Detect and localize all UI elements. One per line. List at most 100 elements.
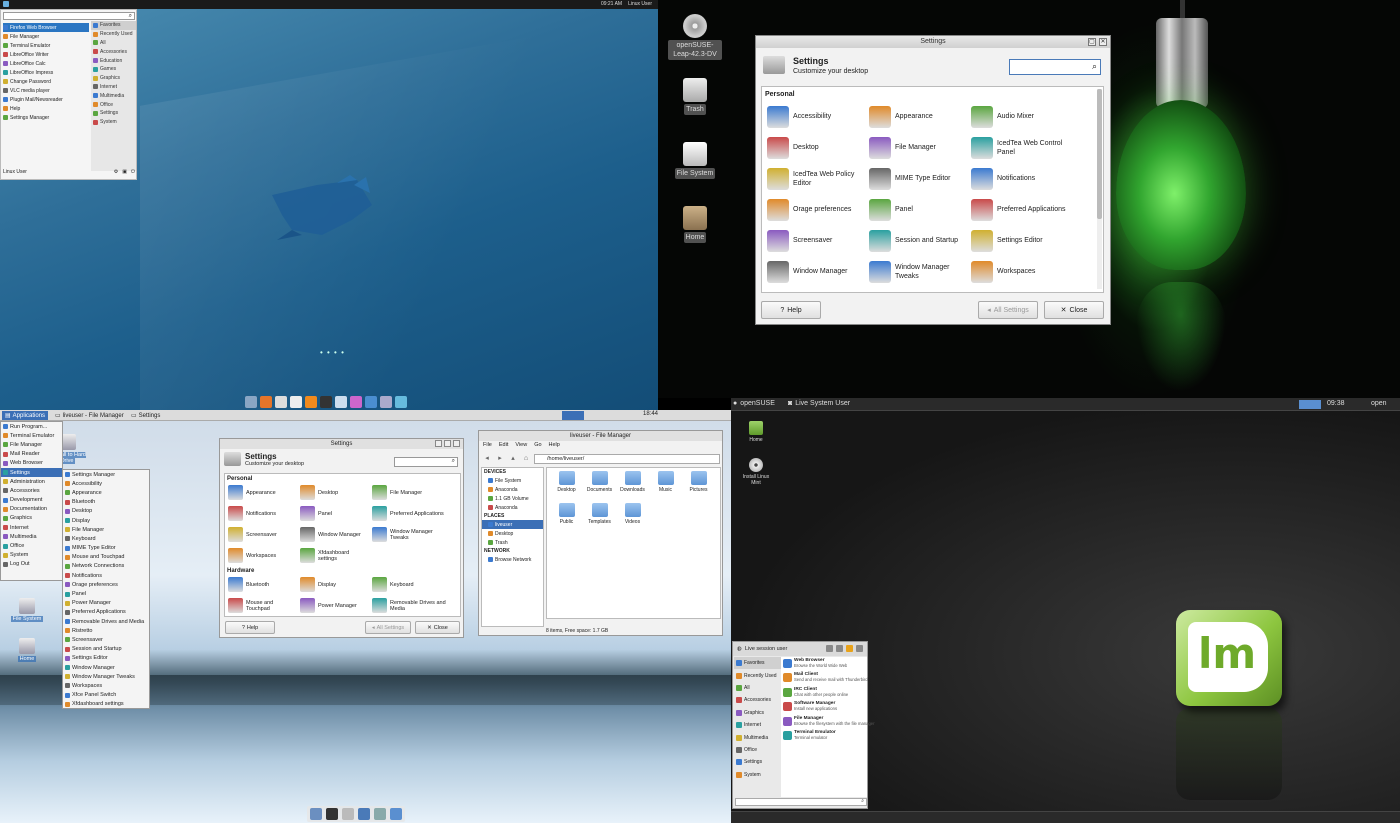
menu-item[interactable]: Graphics xyxy=(1,514,62,523)
search-app-icon[interactable] xyxy=(335,396,347,408)
maximize-button[interactable]: ▢ xyxy=(1088,38,1096,46)
submenu-item[interactable]: Bluetooth xyxy=(63,498,149,507)
menu-app-item[interactable]: LibreOffice Impress xyxy=(3,68,89,77)
settings-item[interactable]: Audio Mixer xyxy=(968,101,1078,132)
settings-item[interactable]: Removable Drives and Media xyxy=(369,595,449,616)
submenu-item[interactable]: Removable Drives and Media xyxy=(63,617,149,626)
desktop-icon-trash[interactable]: Trash xyxy=(668,78,722,115)
window-titlebar[interactable]: liveuser - File Manager xyxy=(479,431,722,441)
menu-category-item[interactable]: Recently Used xyxy=(734,669,781,681)
menu-app-item[interactable]: LibreOffice Calc xyxy=(3,59,89,68)
menu-item[interactable]: Office xyxy=(1,541,62,550)
menubar-item[interactable]: Help xyxy=(549,442,560,448)
menu-category-item[interactable]: Multimedia xyxy=(91,91,136,100)
menu-category-item[interactable]: Games xyxy=(91,65,136,74)
menu-app-item[interactable]: Web Browser Browse the World Wide Web xyxy=(781,657,867,671)
settings-item[interactable]: Appearance xyxy=(866,101,968,132)
submenu-item[interactable]: Desktop xyxy=(63,507,149,516)
submenu-item[interactable]: Notifications xyxy=(63,571,149,580)
menu-category-item[interactable]: Education xyxy=(91,56,136,65)
side-pane-item[interactable]: liveuser xyxy=(482,520,543,529)
submenu-item[interactable]: Ristretto xyxy=(63,626,149,635)
menu-app-item[interactable]: Help xyxy=(3,104,89,113)
settings-icon[interactable]: ⚙ xyxy=(114,169,118,175)
minimize-button[interactable] xyxy=(435,440,442,447)
desktop-icon-home[interactable]: Home xyxy=(668,206,722,243)
trash-icon[interactable] xyxy=(380,396,392,408)
forward-icon[interactable]: ▸ xyxy=(495,454,505,464)
side-pane-item[interactable]: Anaconda xyxy=(482,485,543,494)
menu-category-item[interactable]: Recently Used xyxy=(91,30,136,39)
menu-item[interactable]: Run Program... xyxy=(1,422,62,431)
vlc-icon[interactable] xyxy=(305,396,317,408)
menu-app-item[interactable]: File Manager xyxy=(3,32,89,41)
menu-search-input[interactable]: ⌕ xyxy=(735,798,867,806)
workspace-icon[interactable] xyxy=(395,396,407,408)
back-icon[interactable]: ◂ xyxy=(482,454,492,464)
clock[interactable]: 18:44 xyxy=(643,411,658,417)
home-icon[interactable]: ⌂ xyxy=(521,454,531,464)
firefox-icon[interactable] xyxy=(260,396,272,408)
submenu-item[interactable]: Panel xyxy=(63,589,149,598)
menu-category-item[interactable]: All xyxy=(91,39,136,48)
menu-category-item[interactable]: Accessories xyxy=(734,694,781,706)
submenu-item[interactable]: Preferred Applications xyxy=(63,608,149,617)
settings-item[interactable]: Desktop xyxy=(297,482,369,503)
user-menu-button[interactable]: ◙ Live System User xyxy=(788,400,850,407)
folder-item[interactable]: Documents xyxy=(583,471,616,503)
workspace-switcher[interactable] xyxy=(562,411,584,420)
taskbar-file-manager[interactable]: ▭ liveuser - File Manager xyxy=(52,411,127,420)
maximize-button[interactable] xyxy=(444,440,451,447)
side-pane-item[interactable]: File System xyxy=(482,476,543,485)
taskbar-settings[interactable]: ▭ Settings xyxy=(128,411,163,420)
menu-app-item[interactable]: File Manager Browse the filesystem with t… xyxy=(781,715,875,729)
show-desktop-icon[interactable] xyxy=(245,396,257,408)
menu-app-item[interactable]: Change Password xyxy=(3,77,89,86)
lock-icon[interactable] xyxy=(836,645,843,652)
show-desktop-icon[interactable] xyxy=(310,808,322,820)
submenu-item[interactable]: Display xyxy=(63,516,149,525)
menubar-item[interactable]: File xyxy=(483,442,492,448)
settings-item[interactable]: Bluetooth xyxy=(225,574,297,595)
settings-search-input[interactable]: ⌕ xyxy=(394,457,458,467)
menu-category-item[interactable]: Office xyxy=(91,100,136,109)
menu-category-item[interactable]: Favorites xyxy=(91,21,136,30)
submenu-item[interactable]: Settings Manager xyxy=(63,470,149,479)
menu-item[interactable]: Log Out xyxy=(1,560,62,569)
settings-item[interactable]: Notifications xyxy=(968,163,1078,194)
menu-item[interactable]: System xyxy=(1,551,62,560)
menubar-item[interactable]: Go xyxy=(534,442,541,448)
terminal-icon[interactable] xyxy=(326,808,338,820)
submenu-item[interactable]: File Manager xyxy=(63,525,149,534)
settings-item[interactable]: Preferred Applications xyxy=(968,194,1078,225)
side-pane-item[interactable]: Desktop xyxy=(482,529,543,538)
menu-category-item[interactable]: Internet xyxy=(734,719,781,731)
menu-category-item[interactable]: Favorites xyxy=(734,657,781,670)
settings-item[interactable]: Desktop xyxy=(764,132,866,163)
menu-category-item[interactable]: System xyxy=(91,118,136,127)
menu-category-item[interactable]: Accessories xyxy=(91,47,136,56)
desktop-icon-filesystem[interactable]: File System xyxy=(7,598,47,622)
applications-menu-button[interactable]: ▤ Applications xyxy=(2,411,49,420)
submenu-item[interactable]: Session and Startup xyxy=(63,645,149,654)
menu-item[interactable]: Terminal Emulator xyxy=(1,431,62,440)
menu-app-item[interactable]: Terminal Emulator Terminal emulator xyxy=(781,729,867,743)
menu-category-item[interactable]: Multimedia xyxy=(734,731,781,743)
menu-item[interactable]: Mail Reader xyxy=(1,450,62,459)
settings-item[interactable]: File Manager xyxy=(866,132,968,163)
submenu-item[interactable]: Mouse and Touchpad xyxy=(63,553,149,562)
submenu-item[interactable]: Accessibility xyxy=(63,479,149,488)
menu-category-item[interactable]: Settings xyxy=(734,756,781,768)
text-editor-icon[interactable] xyxy=(275,396,287,408)
submenu-item[interactable]: Settings Editor xyxy=(63,654,149,663)
settings-item[interactable]: Xfdashboard settings xyxy=(297,545,369,566)
desktop-icon-install[interactable]: Install Linux Mint xyxy=(738,458,774,486)
menu-item[interactable]: Settings xyxy=(1,467,62,478)
submenu-item[interactable]: Orage preferences xyxy=(63,580,149,589)
scrollbar[interactable] xyxy=(1097,89,1102,289)
menu-item[interactable]: Internet xyxy=(1,523,62,532)
menu-item[interactable]: Web Browser xyxy=(1,459,62,468)
side-pane-item[interactable]: Browse Network xyxy=(482,555,543,564)
user-name[interactable]: Linux User xyxy=(628,1,652,7)
desktop-icon-home[interactable]: Home xyxy=(7,638,47,662)
